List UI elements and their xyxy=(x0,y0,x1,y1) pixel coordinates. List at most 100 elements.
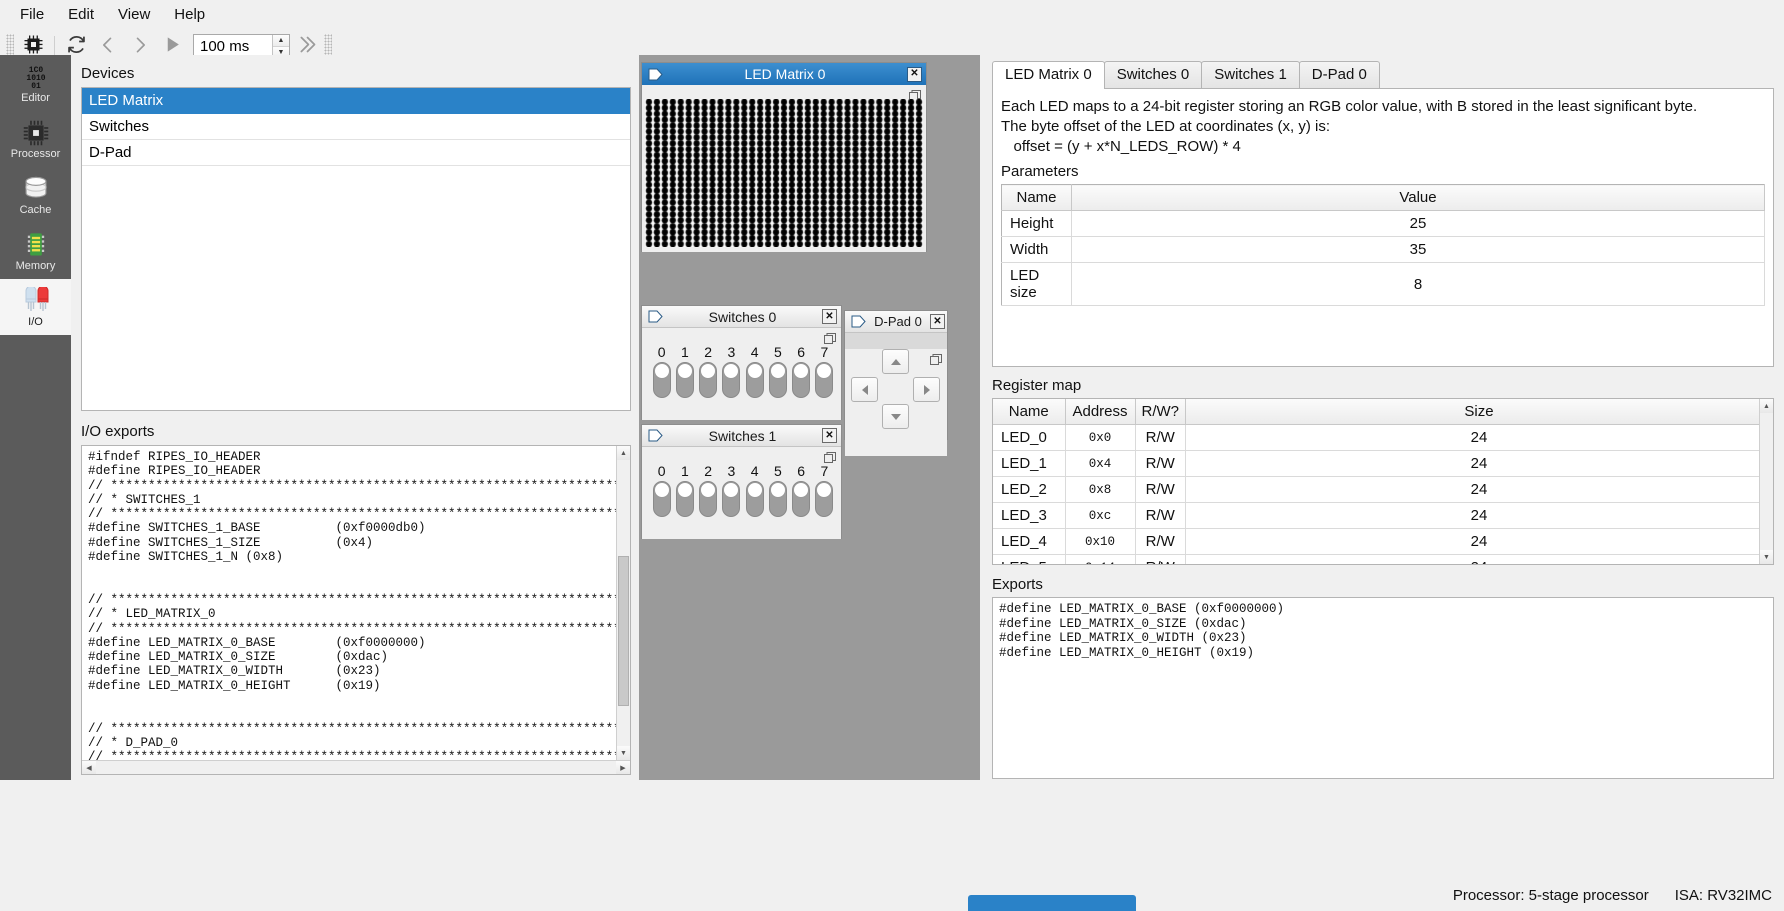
switch-toggle[interactable] xyxy=(792,481,811,517)
switch-6[interactable]: 6 xyxy=(791,463,812,517)
switch-toggle[interactable] xyxy=(652,362,671,398)
switch-2[interactable]: 2 xyxy=(698,463,719,517)
io-exports-hscrollbar[interactable]: ◀ ▶ xyxy=(82,760,630,774)
param-value[interactable]: 35 xyxy=(1071,236,1765,263)
scroll-up-icon[interactable]: ▲ xyxy=(617,446,630,460)
subwindow-led-matrix-0[interactable]: LED Matrix 0 ✕ xyxy=(641,62,927,252)
led-matrix-canvas[interactable] xyxy=(645,99,923,247)
switch-7[interactable]: 7 xyxy=(814,463,835,517)
tab-dpad-0[interactable]: D-Pad 0 xyxy=(1298,61,1380,88)
switch-toggle[interactable] xyxy=(675,481,694,517)
dpad-left-button[interactable] xyxy=(851,377,878,402)
io-exports-vscrollbar[interactable]: ▲ ▼ xyxy=(616,446,630,760)
led-matrix-titlebar[interactable]: LED Matrix 0 ✕ xyxy=(642,63,926,85)
subwindow-dpad-0[interactable]: D-Pad 0 ✕ xyxy=(844,310,948,456)
vscroll-thumb[interactable] xyxy=(618,556,629,706)
dpad-titlebar[interactable]: D-Pad 0 ✕ xyxy=(845,311,947,333)
switch-toggle[interactable] xyxy=(745,362,764,398)
tab-switches-0[interactable]: Switches 0 xyxy=(1103,61,1203,88)
switch-toggle[interactable] xyxy=(745,481,764,517)
device-item-led-matrix[interactable]: LED Matrix xyxy=(82,88,630,114)
dpad-right-button[interactable] xyxy=(913,377,940,402)
exports-code-view[interactable]: #define LED_MATRIX_0_BASE (0xf0000000) #… xyxy=(992,597,1774,779)
register-map-vscrollbar[interactable]: ▲ ▼ xyxy=(1759,399,1773,564)
tab-led-matrix-0[interactable]: LED Matrix 0 xyxy=(992,61,1105,89)
rail-item-memory[interactable]: Memory xyxy=(0,223,71,279)
menu-edit[interactable]: Edit xyxy=(56,2,106,27)
devices-list[interactable]: LED Matrix Switches D-Pad xyxy=(81,87,631,411)
table-row[interactable]: LED size 8 xyxy=(1001,262,1765,306)
switches0-restore-icon[interactable] xyxy=(824,332,836,344)
switch-toggle[interactable] xyxy=(722,362,741,398)
dpad-up-button[interactable] xyxy=(882,349,909,374)
rail-item-processor[interactable]: Processor xyxy=(0,111,71,167)
table-row[interactable]: LED_1 0x4 R/W 24 xyxy=(993,450,1773,477)
switch-3[interactable]: 3 xyxy=(721,463,742,517)
param-value[interactable]: 8 xyxy=(1071,262,1765,306)
switch-toggle[interactable] xyxy=(768,481,787,517)
switch-4[interactable]: 4 xyxy=(744,463,765,517)
switches1-close-icon[interactable]: ✕ xyxy=(822,428,837,443)
register-map-table-wrap[interactable]: Name Address R/W? Size LED_0 0x0 R/W 24 … xyxy=(992,398,1774,565)
table-row[interactable]: LED_0 0x0 R/W 24 xyxy=(993,424,1773,451)
table-row[interactable]: Width 35 xyxy=(1001,236,1765,263)
rail-item-cache[interactable]: Cache xyxy=(0,167,71,223)
switches0-close-icon[interactable]: ✕ xyxy=(822,309,837,324)
system-menu-icon[interactable] xyxy=(851,315,866,328)
dpad-close-icon[interactable]: ✕ xyxy=(930,314,945,329)
switches0-titlebar[interactable]: Switches 0 ✕ xyxy=(642,306,841,328)
switch-toggle[interactable] xyxy=(699,481,718,517)
switch-toggle[interactable] xyxy=(792,362,811,398)
scroll-down-icon[interactable]: ▼ xyxy=(1760,550,1773,564)
switch-5[interactable]: 5 xyxy=(767,463,788,517)
switch-1[interactable]: 1 xyxy=(674,344,695,398)
menu-view[interactable]: View xyxy=(106,2,162,27)
switch-6[interactable]: 6 xyxy=(791,344,812,398)
table-row[interactable]: Height 25 xyxy=(1001,210,1765,237)
scroll-left-icon[interactable]: ◀ xyxy=(82,761,96,774)
switch-0[interactable]: 0 xyxy=(651,463,672,517)
switch-toggle[interactable] xyxy=(699,362,718,398)
table-row[interactable]: LED_3 0xc R/W 24 xyxy=(993,502,1773,529)
system-menu-icon[interactable] xyxy=(648,68,663,81)
switch-toggle[interactable] xyxy=(722,481,741,517)
system-menu-icon[interactable] xyxy=(648,429,663,442)
switch-7[interactable]: 7 xyxy=(814,344,835,398)
rail-item-editor[interactable]: 1C0 1010 01 Editor xyxy=(0,55,71,111)
switch-toggle[interactable] xyxy=(815,481,834,517)
switch-1[interactable]: 1 xyxy=(674,463,695,517)
param-value[interactable]: 25 xyxy=(1071,210,1765,237)
table-row[interactable]: LED_2 0x8 R/W 24 xyxy=(993,476,1773,503)
led-matrix-display[interactable] xyxy=(645,99,923,247)
switch-3[interactable]: 3 xyxy=(721,344,742,398)
subwindow-switches-1[interactable]: Switches 1 ✕ 0 1 2 3 4 5 6 7 xyxy=(641,424,842,539)
switch-5[interactable]: 5 xyxy=(767,344,788,398)
switch-2[interactable]: 2 xyxy=(698,344,719,398)
switch-0[interactable]: 0 xyxy=(651,344,672,398)
switches1-titlebar[interactable]: Switches 1 ✕ xyxy=(642,425,841,447)
device-item-switches[interactable]: Switches xyxy=(82,114,630,140)
scroll-right-icon[interactable]: ▶ xyxy=(616,761,630,774)
device-item-dpad[interactable]: D-Pad xyxy=(82,140,630,166)
subwindow-switches-0[interactable]: Switches 0 ✕ 0 1 2 3 4 5 6 7 xyxy=(641,305,842,420)
menu-file[interactable]: File xyxy=(8,2,56,27)
dpad-down-button[interactable] xyxy=(882,404,909,429)
scroll-down-icon[interactable]: ▼ xyxy=(617,746,630,760)
menu-help[interactable]: Help xyxy=(162,2,217,27)
table-row[interactable]: LED_5 0x14 R/W 24 xyxy=(993,554,1773,564)
switch-toggle[interactable] xyxy=(675,362,694,398)
system-menu-icon[interactable] xyxy=(648,310,663,323)
table-row[interactable]: LED_4 0x10 R/W 24 xyxy=(993,528,1773,555)
led-matrix-close-icon[interactable]: ✕ xyxy=(907,66,922,82)
tab-switches-1[interactable]: Switches 1 xyxy=(1201,61,1300,88)
switch-toggle[interactable] xyxy=(768,362,787,398)
scroll-up-icon[interactable]: ▲ xyxy=(1760,399,1773,413)
switch-4[interactable]: 4 xyxy=(744,344,765,398)
switch-toggle[interactable] xyxy=(815,362,834,398)
stepper-up-icon[interactable]: ▲ xyxy=(273,34,289,47)
hscroll-track[interactable] xyxy=(96,761,616,774)
switch-toggle[interactable] xyxy=(652,481,671,517)
switches1-restore-icon[interactable] xyxy=(824,451,836,463)
rail-item-io[interactable]: I/O xyxy=(0,279,71,335)
io-exports-code-view[interactable]: #ifndef RIPES_IO_HEADER #define RIPES_IO… xyxy=(81,445,631,775)
